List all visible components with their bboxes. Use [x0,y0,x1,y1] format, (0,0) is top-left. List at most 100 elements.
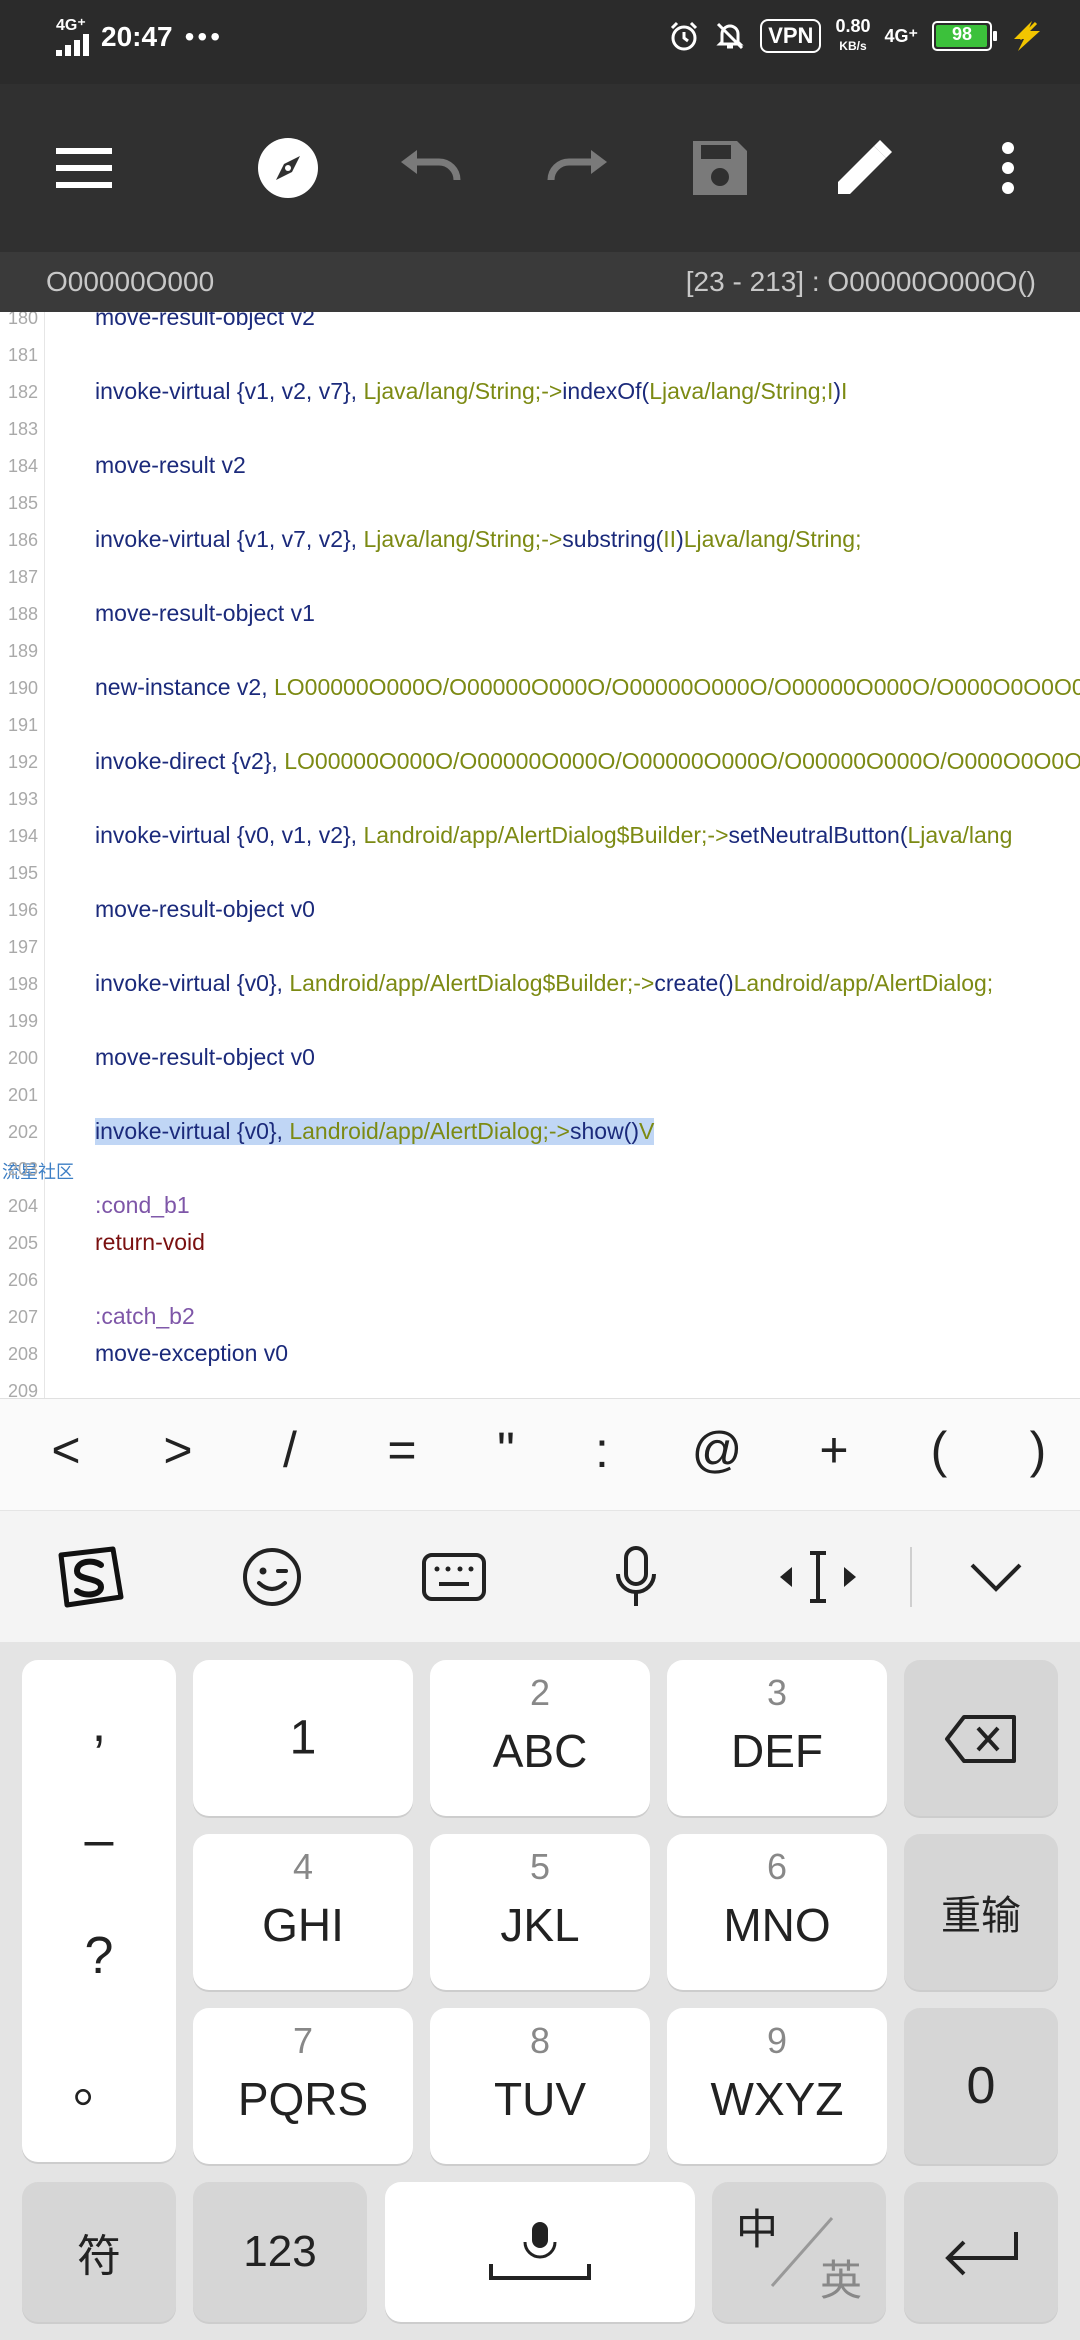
code-line[interactable]: 189 [0,635,1080,672]
code-line[interactable]: 207:catch_b2 [0,1301,1080,1338]
symbol-key[interactable]: > [138,1421,218,1479]
code-line[interactable]: 193 [0,783,1080,820]
code-line[interactable]: 205 return-void [0,1227,1080,1264]
code-line[interactable]: 191 [0,709,1080,746]
code-line[interactable]: 194 invoke-virtual {v0, v1, v2}, Landroid… [0,820,1080,857]
keyboard-icon [422,1553,486,1601]
code-token: move-result v2 [95,452,246,478]
code-line[interactable]: 184 move-result v2 [0,450,1080,487]
symbol-key[interactable]: ( [899,1421,979,1479]
code-line[interactable]: 195 [0,857,1080,894]
code-line[interactable]: 196 move-result-object v0 [0,894,1080,931]
navigate-button[interactable] [248,128,328,208]
line-number: 201 [8,1085,39,1105]
line-number: 202 [8,1122,39,1142]
code-line[interactable]: 206 [0,1264,1080,1301]
key-7[interactable]: 7 PQRS [193,2008,413,2164]
code-line[interactable]: 198 invoke-virtual {v0}, Landroid/app/Ale… [0,968,1080,1005]
method-range: [23 - 213] : O00000O000O() [685,266,1036,297]
reenter-key[interactable]: 重输 [904,1834,1058,1990]
line-number: 207 [8,1307,39,1327]
code-token: ) [833,378,842,404]
key-1[interactable]: 1 [193,1660,413,1816]
code-line[interactable]: 202 invoke-virtual {v0}, Landroid/app/Ale… [0,1116,1080,1153]
code-line[interactable]: 181 [0,339,1080,376]
line-number: 196 [8,900,39,920]
code-line[interactable]: 201 [0,1079,1080,1116]
enter-key[interactable] [904,2182,1058,2322]
key-8[interactable]: 8 TUV [430,2008,650,2164]
symbol-key[interactable]: / [250,1421,330,1479]
code-line[interactable]: 192 invoke-direct {v2}, LO00000O000O/O000… [0,746,1080,783]
zero-key[interactable]: 0 [904,2008,1058,2164]
punct-question[interactable]: ? [22,1926,176,1986]
code-line[interactable]: 209 [0,1375,1080,1398]
undo-button[interactable] [392,128,472,208]
keyboard-switch-button[interactable] [414,1541,494,1613]
edit-button[interactable] [824,128,904,208]
symbol-key[interactable]: = [362,1421,442,1479]
charging-icon [1014,21,1040,51]
symbol-key[interactable]: < [26,1421,106,1479]
key-2-digit: 2 [529,1672,551,1713]
symbol-shortcut-bar: < > / = ": @ + () [0,1398,1080,1511]
key-6[interactable]: 6 MNO [667,1834,887,1990]
emoji-button[interactable] [232,1541,312,1613]
code-editor[interactable]: 流星社区 180 move-result-object v2 181 182 invok… [0,312,1080,1398]
key-5-letters: JKL [500,1899,580,1951]
symbol-key[interactable]: " [466,1421,546,1479]
space-key[interactable] [385,2182,695,2322]
code-line[interactable]: 186 invoke-virtual {v1, v7, v2}, Ljava/la… [0,524,1080,561]
backspace-key[interactable] [904,1660,1058,1816]
voice-input-button[interactable] [596,1541,676,1613]
code-line[interactable]: 185 [0,487,1080,524]
line-number: 208 [8,1344,39,1364]
code-text: new-instance v2, LO00000O000O/O00000O000… [95,674,1080,701]
punct-dash[interactable]: – [22,1810,176,1870]
code-line[interactable]: 204:cond_b1 [0,1190,1080,1227]
code-line[interactable]: 182 invoke-virtual {v1, v2, v7}, Ljava/la… [0,376,1080,413]
key-2[interactable]: 2 ABC [430,1660,650,1816]
key-2-letters: ABC [492,1725,588,1777]
key-5[interactable]: 5 JKL [430,1834,650,1990]
symbol-key[interactable]: ) [998,1421,1078,1479]
punct-period[interactable]: 。 [22,2042,176,2117]
numbers-key[interactable]: 123 [193,2182,367,2322]
code-text: invoke-virtual {v0}, Landroid/app/AlertD… [95,970,993,997]
code-line[interactable]: 187 [0,561,1080,598]
enter-arrow-icon [945,2232,1018,2276]
key-4[interactable]: 4 GHI [193,1834,413,1990]
editor-toolbar [0,84,1080,252]
code-line[interactable]: 197 [0,931,1080,968]
code-line[interactable]: 199 [0,1005,1080,1042]
code-line[interactable]: 190 new-instance v2, LO00000O000O/O00000O… [0,672,1080,709]
code-text: move-result-object v0 [95,896,315,923]
code-token: II [663,526,677,552]
sogou-logo-button[interactable] [50,1541,130,1613]
battery-level: 98 [951,24,973,44]
code-line[interactable]: 180 move-result-object v2 [0,312,1080,339]
speed-value: 0.80 [835,16,871,36]
hide-keyboard-button[interactable] [956,1541,1036,1613]
overflow-menu-button[interactable] [968,128,1048,208]
code-line[interactable]: 200 move-result-object v0 [0,1042,1080,1079]
symbol-key[interactable]: : [562,1421,642,1479]
key-3[interactable]: 3 DEF [667,1660,887,1816]
code-line[interactable]: 183 [0,413,1080,450]
symbols-key[interactable]: 符 [22,2182,176,2322]
code-line[interactable]: 203 [0,1153,1080,1190]
code-line[interactable]: 208 move-exception v0 [0,1338,1080,1375]
punctuation-column[interactable]: , – ? 。 [22,1660,176,2162]
key-9[interactable]: 9 WXYZ [667,2008,887,2164]
symbol-key[interactable]: @ [677,1421,757,1479]
redo-button[interactable] [536,128,616,208]
punct-comma[interactable]: , [22,1694,176,1754]
menu-button[interactable] [44,128,124,208]
save-button[interactable] [680,128,760,208]
code-text: :cond_b1 [95,1192,190,1219]
symbol-key[interactable]: + [794,1421,874,1479]
code-token: new-instance v2, [95,674,274,700]
language-switch-key[interactable]: 中 英 [712,2182,886,2322]
cursor-move-button[interactable] [778,1541,858,1613]
code-line[interactable]: 188 move-result-object v1 [0,598,1080,635]
